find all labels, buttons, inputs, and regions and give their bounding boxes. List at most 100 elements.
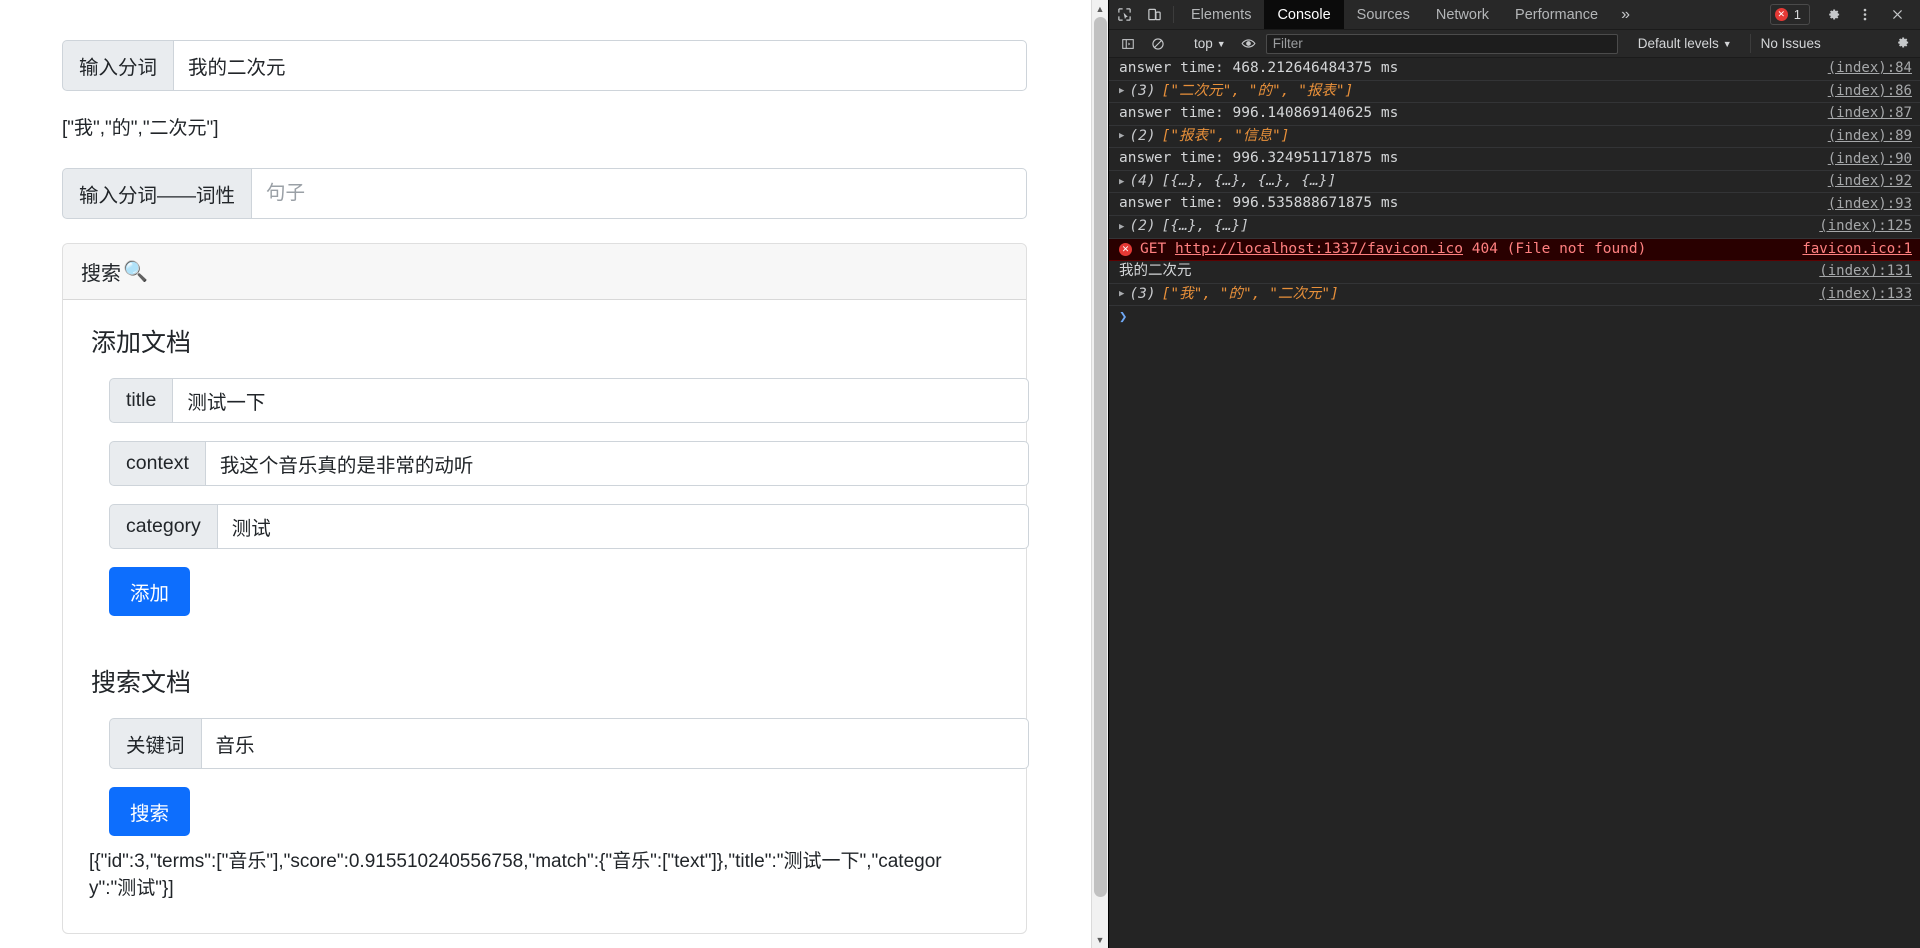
kebab-menu-icon[interactable]: [1850, 7, 1880, 22]
scroll-up-arrow-icon[interactable]: ▲: [1092, 0, 1108, 17]
live-expression-icon[interactable]: [1236, 33, 1262, 55]
device-toolbar-icon[interactable]: [1139, 0, 1169, 29]
array-count: (2): [1129, 217, 1156, 234]
expand-triangle-icon[interactable]: ▶: [1119, 176, 1124, 188]
console-row[interactable]: answer time: 468.212646484375 ms (index)…: [1109, 58, 1920, 81]
issues-button[interactable]: No Issues: [1749, 34, 1831, 53]
card-body: 添加文档 title context category 添加 搜索文档: [63, 300, 1029, 933]
search-document-title: 搜索文档: [91, 668, 192, 697]
close-icon[interactable]: [1882, 8, 1912, 21]
segment-input-label: 输入分词: [62, 40, 174, 91]
title-field-label: title: [109, 377, 173, 423]
console-row[interactable]: ▶ (2) ["报表", "信息"] (index):89: [1109, 126, 1920, 149]
devtools-tabbar: Elements Console Sources Network Perform…: [1109, 0, 1920, 30]
chevron-down-icon: ▼: [1722, 38, 1732, 49]
log-source-link[interactable]: (index):89: [1814, 127, 1912, 146]
log-source-link[interactable]: (index):131: [1805, 262, 1912, 281]
pos-input[interactable]: [251, 167, 1027, 219]
devtools-toolbar-right: ✕ 1: [1769, 0, 1920, 29]
log-source-link[interactable]: (index):92: [1814, 172, 1912, 191]
array-body: ["二次元", "的", "报表"]: [1161, 82, 1354, 99]
scroll-down-arrow-icon[interactable]: ▼: [1092, 931, 1108, 948]
search-card: 搜索 🔍 添加文档 title context category 添加: [62, 242, 1029, 934]
console-settings-gear-icon[interactable]: [1895, 35, 1914, 53]
console-row[interactable]: ▶ (4) [{…}, {…}, {…}, {…}] (index):92: [1109, 171, 1920, 194]
card-header-label: 搜索: [81, 262, 121, 285]
tokens-output-text: ["我","的","二次元"]: [62, 118, 219, 139]
console-row[interactable]: ▶ (2) [{…}, {…}] (index):125: [1109, 216, 1920, 239]
log-source-link[interactable]: (index):133: [1805, 285, 1912, 304]
add-document-button[interactable]: 添加: [109, 566, 191, 616]
log-levels-selector[interactable]: Default levels ▼: [1630, 36, 1740, 51]
console-row[interactable]: answer time: 996.535888671875 ms (index)…: [1109, 193, 1920, 216]
console-prompt[interactable]: ❯: [1109, 306, 1920, 328]
log-source-link[interactable]: favicon.ico:1: [1788, 240, 1912, 259]
prompt-caret-icon: ❯: [1119, 309, 1128, 326]
array-body: ["报表", "信息"]: [1161, 127, 1290, 144]
console-row[interactable]: answer time: 996.324951171875 ms (index)…: [1109, 148, 1920, 171]
segment-input-group: 输入分词: [62, 40, 1027, 91]
error-count-badge[interactable]: ✕ 1: [1769, 4, 1810, 25]
segment-input[interactable]: [173, 40, 1027, 91]
expand-triangle-icon[interactable]: ▶: [1119, 288, 1124, 300]
add-document-title: 添加文档: [91, 328, 192, 357]
category-field-label: category: [109, 503, 217, 549]
settings-gear-icon[interactable]: [1818, 7, 1848, 22]
error-url[interactable]: http://localhost:1337/favicon.ico: [1175, 240, 1463, 260]
devtools-panel: Elements Console Sources Network Perform…: [1108, 0, 1920, 948]
log-message: 我的二次元: [1119, 263, 1192, 280]
console-row-error[interactable]: ✕ GET http://localhost:1337/favicon.ico …: [1109, 238, 1920, 262]
title-input-group: title: [109, 377, 1029, 423]
expand-triangle-icon[interactable]: ▶: [1119, 221, 1124, 233]
console-row[interactable]: ▶ (3) ["我", "的", "二次元"] (index):133: [1109, 284, 1920, 307]
pos-input-label: 输入分词——词性: [62, 167, 252, 219]
title-input[interactable]: [172, 377, 1029, 423]
log-source-link[interactable]: (index):93: [1814, 195, 1912, 214]
tab-performance[interactable]: Performance: [1502, 0, 1611, 29]
log-source-link[interactable]: (index):87: [1814, 104, 1912, 123]
console-filter-toolbar: top ▼ Default levels ▼ No Issues: [1109, 30, 1920, 58]
array-body: [{…}, {…}]: [1161, 217, 1249, 234]
console-row[interactable]: answer time: 996.140869140625 ms (index)…: [1109, 103, 1920, 126]
tab-network[interactable]: Network: [1423, 0, 1502, 29]
log-source-link[interactable]: (index):84: [1814, 59, 1912, 78]
array-count: (3): [1129, 82, 1156, 99]
log-source-link[interactable]: (index):125: [1805, 217, 1912, 236]
execution-context-selector[interactable]: top ▼: [1188, 36, 1232, 51]
web-page-pane: 输入分词 ["我","的","二次元"] 输入分词——词性 搜索 🔍 添加文档 …: [0, 0, 1108, 948]
log-message: answer time: 996.535888671875 ms: [1119, 195, 1399, 212]
keyword-input[interactable]: [200, 717, 1029, 769]
array-count: (2): [1129, 127, 1156, 144]
page-scrollbar[interactable]: ▲ ▼: [1091, 0, 1108, 948]
console-sidebar-icon[interactable]: [1115, 33, 1141, 55]
pos-input-group: 输入分词——词性: [62, 167, 1027, 219]
category-input[interactable]: [216, 503, 1029, 549]
console-row[interactable]: 我的二次元 (index):131: [1109, 261, 1920, 284]
clear-console-icon[interactable]: [1145, 33, 1171, 55]
log-source-link[interactable]: (index):86: [1814, 82, 1912, 101]
error-count-label: 1: [1793, 7, 1801, 22]
console-log-list[interactable]: answer time: 468.212646484375 ms (index)…: [1109, 58, 1920, 948]
error-status: 404 (File not found): [1471, 240, 1647, 257]
tab-sources[interactable]: Sources: [1344, 0, 1423, 29]
log-message: answer time: 468.212646484375 ms: [1119, 60, 1399, 76]
category-input-group: category: [109, 503, 1029, 549]
log-message: answer time: 996.324951171875 ms: [1119, 150, 1399, 167]
tab-elements[interactable]: Elements: [1178, 0, 1264, 29]
inspect-element-icon[interactable]: [1109, 0, 1139, 29]
expand-triangle-icon[interactable]: ▶: [1119, 130, 1124, 142]
more-tabs-icon[interactable]: »: [1611, 0, 1640, 29]
error-icon: ✕: [1119, 242, 1132, 256]
search-button[interactable]: 搜索: [109, 786, 191, 836]
magnifier-icon: 🔍: [123, 260, 148, 283]
console-row[interactable]: ▶ (3) ["二次元", "的", "报表"] (index):86: [1109, 81, 1920, 104]
context-input-group: context: [109, 440, 1029, 486]
scrollbar-thumb[interactable]: [1094, 17, 1107, 897]
console-filter-input[interactable]: [1265, 33, 1618, 54]
log-source-link[interactable]: (index):90: [1814, 150, 1912, 169]
tab-console[interactable]: Console: [1264, 0, 1344, 29]
expand-triangle-icon[interactable]: ▶: [1119, 85, 1124, 97]
context-input[interactable]: [204, 440, 1029, 486]
error-method: GET: [1140, 240, 1167, 257]
